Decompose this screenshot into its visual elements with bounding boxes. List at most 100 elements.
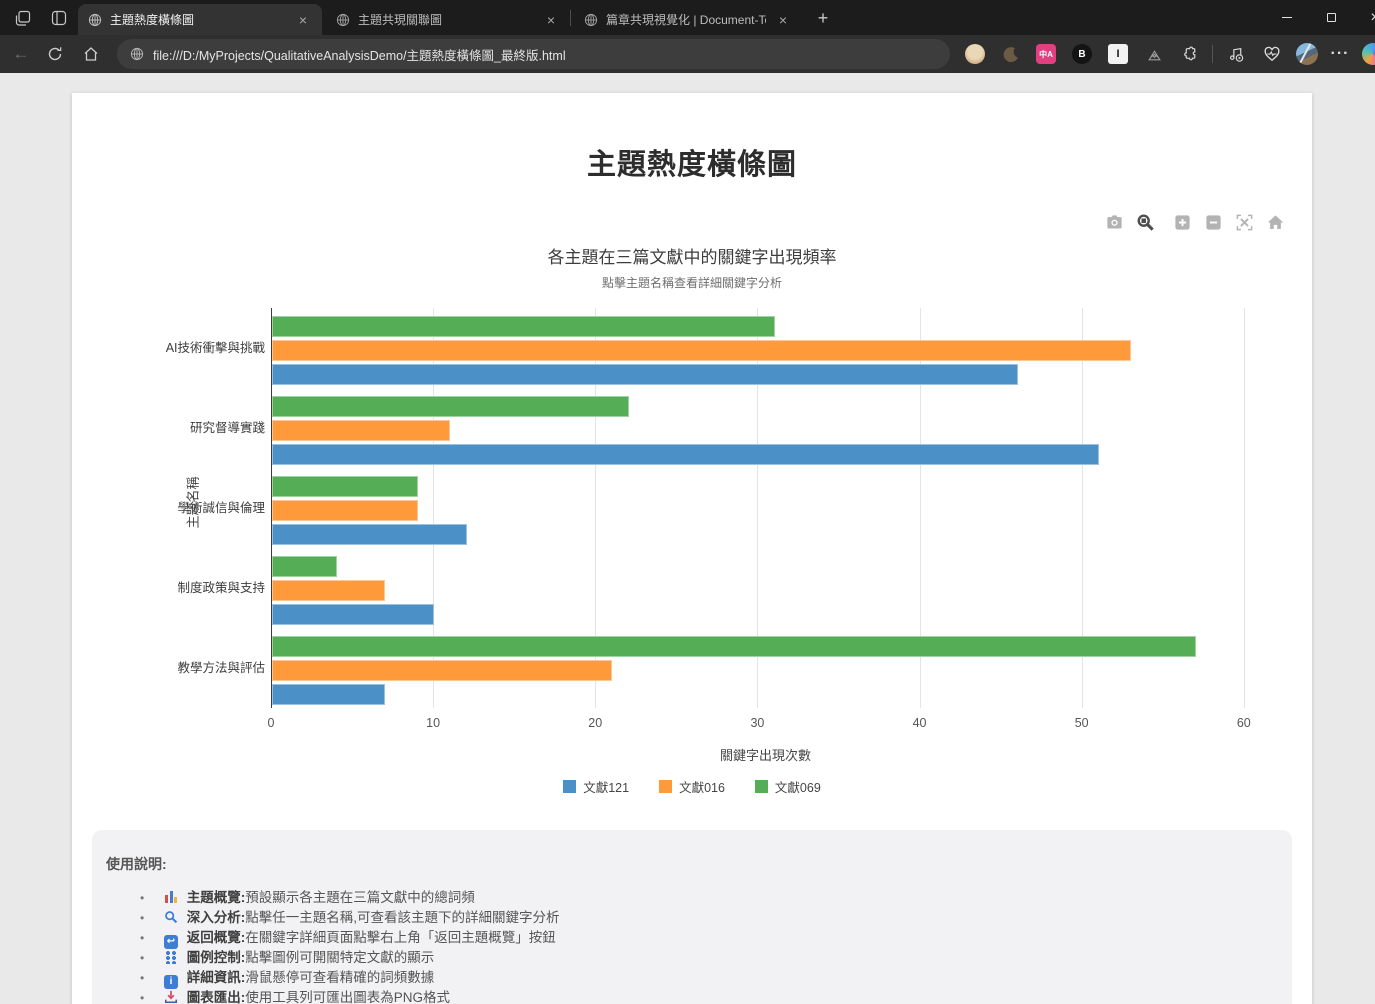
plot-area bbox=[271, 308, 1260, 708]
address-bar[interactable]: file:///D:/MyProjects/QualitativeAnalysi… bbox=[117, 39, 950, 69]
instructions-list: 主題概覽:預設顯示各主題在三篇文獻中的總詞頻 深入分析:點擊任一主題名稱,可查看… bbox=[140, 888, 1272, 1004]
bar-文獻121[interactable] bbox=[272, 524, 467, 545]
legend-item-文獻069[interactable]: 文獻069 bbox=[755, 777, 821, 796]
settings-menu-icon[interactable]: ··· bbox=[1330, 44, 1350, 64]
plotly-modebar bbox=[1102, 211, 1287, 233]
x-tick-label: 0 bbox=[251, 716, 291, 730]
extensions-puzzle-icon[interactable] bbox=[1180, 44, 1200, 64]
bar-文獻016[interactable] bbox=[272, 580, 385, 601]
window-minimize-button[interactable] bbox=[1265, 0, 1309, 35]
autoscale-icon[interactable] bbox=[1232, 211, 1256, 233]
zoom-in-icon[interactable] bbox=[1170, 211, 1194, 233]
reset-home-icon[interactable] bbox=[1263, 211, 1287, 233]
home-icon[interactable] bbox=[80, 43, 102, 65]
magnifier-icon bbox=[164, 910, 178, 924]
browser-essentials-heart-icon[interactable] bbox=[1262, 44, 1282, 64]
bar-文獻016[interactable] bbox=[272, 340, 1131, 361]
immersive-reader-extension-icon[interactable]: I bbox=[1108, 44, 1128, 64]
export-icon bbox=[164, 990, 178, 1004]
globe-favicon bbox=[584, 13, 598, 27]
media-controls-icon[interactable] bbox=[1226, 44, 1246, 64]
bar-chart-icon bbox=[164, 890, 178, 904]
bar-文獻016[interactable] bbox=[272, 420, 450, 441]
gridline bbox=[1244, 308, 1245, 708]
bar-文獻121[interactable] bbox=[272, 444, 1099, 465]
bar-文獻016[interactable] bbox=[272, 500, 418, 521]
bar-文獻069[interactable] bbox=[272, 396, 629, 417]
back-icon[interactable]: ← bbox=[10, 43, 32, 65]
globe-favicon bbox=[336, 13, 350, 27]
url-text: file:///D:/MyProjects/QualitativeAnalysi… bbox=[153, 45, 566, 64]
legend-item-文獻016[interactable]: 文獻016 bbox=[659, 777, 725, 796]
tab-title: 主題共現關聯圖 bbox=[358, 11, 534, 28]
bar-文獻069[interactable] bbox=[272, 316, 775, 337]
browser-titlebar: 主題熱度橫條圖 × 主題共現關聯圖 × 篇章共現視覺化 | Document-T… bbox=[0, 0, 1375, 35]
profile-avatar[interactable] bbox=[1296, 43, 1318, 65]
y-category-label[interactable]: 教學方法與評估 bbox=[85, 660, 265, 676]
bar-文獻069[interactable] bbox=[272, 556, 337, 577]
instruction-item: 圖表匯出:使用工具列可匯出圖表為PNG格式 bbox=[140, 988, 1272, 1004]
x-tick-label: 40 bbox=[900, 716, 940, 730]
page-title: 主題熱度橫條圖 bbox=[72, 141, 1312, 183]
legend-label: 文獻016 bbox=[679, 777, 725, 796]
tab-close-icon[interactable]: × bbox=[542, 12, 560, 28]
chart-subtitle: 點擊主題名稱查看詳細關鍵字分析 bbox=[72, 274, 1312, 291]
translate-extension-icon[interactable]: 中A bbox=[1036, 44, 1056, 64]
instruction-item: 深入分析:點擊任一主題名稱,可查看該主題下的詳細關鍵字分析 bbox=[140, 908, 1272, 928]
chart-legend: 文獻121 文獻016 文獻069 bbox=[72, 777, 1312, 796]
x-tick-label: 30 bbox=[737, 716, 777, 730]
page-card: 主題熱度橫條圖 各主題在三篇文獻中的關鍵字出現頻率 點擊主題名稱查看詳細關鍵字分… bbox=[72, 93, 1312, 1004]
legend-swatch bbox=[659, 780, 672, 793]
x-tick-label: 20 bbox=[575, 716, 615, 730]
window-maximize-button[interactable] bbox=[1309, 0, 1353, 35]
refresh-icon[interactable] bbox=[44, 43, 66, 65]
legend-swatch bbox=[563, 780, 576, 793]
bar-文獻121[interactable] bbox=[272, 364, 1018, 385]
dark-mode-extension-icon[interactable] bbox=[1001, 44, 1021, 64]
instructions-panel: 使用說明: 主題概覽:預設顯示各主題在三篇文獻中的總詞頻 深入分析:點擊任一主題… bbox=[92, 830, 1292, 1004]
vertical-tabs-icon[interactable] bbox=[48, 7, 70, 29]
tab-cooccurrence[interactable]: 主題共現關聯圖 × bbox=[326, 4, 570, 35]
x-tick-label: 60 bbox=[1224, 716, 1264, 730]
tab-close-icon[interactable]: × bbox=[774, 12, 792, 28]
tab-close-icon[interactable]: × bbox=[294, 12, 312, 28]
bar-文獻121[interactable] bbox=[272, 684, 385, 705]
workspaces-icon[interactable] bbox=[12, 7, 34, 29]
new-tab-button[interactable]: + bbox=[812, 7, 834, 29]
chart-title: 各主題在三篇文獻中的關鍵字出現頻率 bbox=[72, 243, 1312, 268]
instruction-item: i 詳細資訊:滑鼠懸停可查看精確的詞頻數據 bbox=[140, 968, 1272, 988]
tab-divider bbox=[570, 10, 571, 26]
y-category-label[interactable]: 學術誠信與倫理 bbox=[85, 500, 265, 516]
globe-icon bbox=[130, 47, 144, 61]
download-camera-icon[interactable] bbox=[1102, 211, 1126, 233]
x-tick-label: 10 bbox=[413, 716, 453, 730]
legend-label: 文獻069 bbox=[775, 777, 821, 796]
bar-文獻069[interactable] bbox=[272, 476, 418, 497]
legend-item-文獻121[interactable]: 文獻121 bbox=[563, 777, 629, 796]
bar-文獻016[interactable] bbox=[272, 660, 612, 681]
y-category-label[interactable]: AI技術衝擊與挑戰 bbox=[85, 340, 265, 356]
globe-favicon bbox=[88, 13, 102, 27]
copilot-icon[interactable] bbox=[1362, 43, 1375, 65]
instruction-item: 主題概覽:預設顯示各主題在三篇文獻中的總詞頻 bbox=[140, 888, 1272, 908]
bar-文獻121[interactable] bbox=[272, 604, 434, 625]
legend-label: 文獻121 bbox=[583, 777, 629, 796]
tab-title: 主題熱度橫條圖 bbox=[110, 11, 286, 28]
page-viewport: 主題熱度橫條圖 各主題在三篇文獻中的關鍵字出現頻率 點擊主題名稱查看詳細關鍵字分… bbox=[0, 73, 1375, 1004]
bar-文獻069[interactable] bbox=[272, 636, 1196, 657]
dark-circle-extension-icon[interactable]: B bbox=[1072, 44, 1092, 64]
return-icon: ↩ bbox=[164, 935, 178, 949]
legend-swatch bbox=[755, 780, 768, 793]
avatar-extension-icon[interactable] bbox=[965, 44, 985, 64]
tab-document-topic[interactable]: 篇章共現視覺化 | Document-Topi × bbox=[574, 4, 802, 35]
x-axis-title: 關鍵字出現次數 bbox=[271, 745, 1260, 764]
zoom-tool-icon[interactable] bbox=[1133, 211, 1157, 233]
window-close-button[interactable]: × bbox=[1353, 0, 1375, 35]
y-category-label[interactable]: 研究督導實踐 bbox=[85, 420, 265, 436]
y-category-label[interactable]: 制度政策與支持 bbox=[85, 580, 265, 596]
zoom-out-icon[interactable] bbox=[1201, 211, 1225, 233]
tab-topic-heat[interactable]: 主題熱度橫條圖 × bbox=[78, 4, 322, 35]
x-tick-label: 50 bbox=[1062, 716, 1102, 730]
instruction-item: ↩ 返回概覽:在關鍵字詳細頁面點擊右上角「返回主題概覽」按鈕 bbox=[140, 928, 1272, 948]
triangle-stack-extension-icon[interactable] bbox=[1144, 44, 1164, 64]
